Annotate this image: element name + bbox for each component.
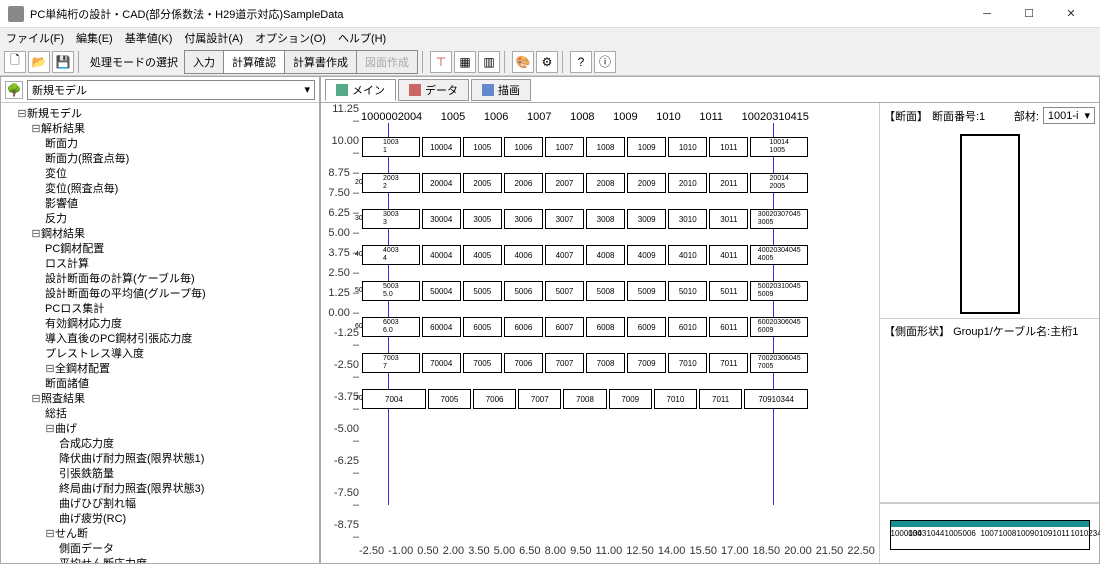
tree-item[interactable]: 総括 bbox=[45, 407, 317, 422]
side-group: Group1/ケーブル名:主桁1 bbox=[953, 326, 1078, 338]
tree-item[interactable]: プレストレス導入度 bbox=[45, 347, 317, 362]
tree-item[interactable]: 断面力(照査点毎) bbox=[45, 152, 317, 167]
tree-item[interactable]: 合成応力度 bbox=[59, 437, 317, 452]
model-dropdown[interactable]: 新規モデル▾ bbox=[27, 80, 315, 100]
sidebar: 🌳 新規モデル▾ ⊟新規モデル ⊟解析結果 断面力 断面力(照査点毎) 変位 変… bbox=[0, 76, 320, 564]
tree-item[interactable]: PC鋼材配置 bbox=[45, 242, 317, 257]
tree-item[interactable]: 設計断面毎の平均値(グループ毎) bbox=[45, 287, 317, 302]
help-icon[interactable]: ? bbox=[570, 51, 592, 73]
menu-option[interactable]: オプション(O) bbox=[255, 30, 326, 46]
minimize-button[interactable]: ─ bbox=[966, 0, 1008, 28]
tab-draw[interactable]: 描画 bbox=[471, 79, 531, 101]
mode-confirm[interactable]: 計算確認 bbox=[224, 51, 285, 73]
maximize-button[interactable]: ☐ bbox=[1008, 0, 1050, 28]
tool-grid-icon[interactable]: ▦ bbox=[454, 51, 476, 73]
tree-item[interactable]: 変位(照査点毎) bbox=[45, 182, 317, 197]
mode-group: 入力 計算確認 計算書作成 図面作成 bbox=[184, 50, 418, 74]
tree-item[interactable]: 有効鋼材応力度 bbox=[45, 317, 317, 332]
tree-item[interactable]: 変位 bbox=[45, 167, 317, 182]
app-icon bbox=[8, 6, 24, 22]
section-box bbox=[960, 134, 1020, 314]
mode-drawing: 図面作成 bbox=[357, 51, 417, 73]
right-panel: 【断面】 断面番号:1 部材: 1001-i▾ 【側面形状】 Group1/ケー… bbox=[879, 103, 1099, 563]
tree-item[interactable]: 影響値 bbox=[45, 197, 317, 212]
main-icon bbox=[336, 84, 348, 96]
side-label: 【側面形状】 bbox=[884, 326, 950, 338]
titlebar: PC単純桁の設計・CAD(部分係数法・H29道示対応)SampleData ─ … bbox=[0, 0, 1100, 28]
x-axis: -2.50-1.000.502.003.505.006.508.009.5011… bbox=[359, 545, 875, 559]
plot-grid: 1000002004100510061007100810091010101110… bbox=[361, 111, 809, 533]
member-label: 部材: bbox=[1014, 108, 1039, 124]
new-button[interactable]: 🗋 bbox=[4, 51, 26, 73]
tree-item[interactable]: 引張鉄筋量 bbox=[59, 467, 317, 482]
tree-item[interactable]: 側面データ bbox=[59, 542, 317, 557]
open-button[interactable]: 📂 bbox=[28, 51, 50, 73]
draw-icon bbox=[482, 84, 494, 96]
menubar: ファイル(F) 編集(E) 基準値(K) 付属設計(A) オプション(O) ヘル… bbox=[0, 28, 1100, 48]
mode-input[interactable]: 入力 bbox=[185, 51, 224, 73]
tree-item[interactable]: ロス計算 bbox=[45, 257, 317, 272]
menu-file[interactable]: ファイル(F) bbox=[6, 30, 64, 46]
tree-item[interactable]: 曲げ疲労(RC) bbox=[59, 512, 317, 527]
tool-layer-icon[interactable]: ▥ bbox=[478, 51, 500, 73]
tabs: メイン データ 描画 bbox=[321, 77, 1099, 103]
mode-label: 処理モードの選択 bbox=[90, 54, 178, 70]
tree-item[interactable]: 断面諸値 bbox=[45, 377, 317, 392]
tree-view[interactable]: ⊟新規モデル ⊟解析結果 断面力 断面力(照査点毎) 変位 変位(照査点毎) 影… bbox=[1, 103, 319, 563]
chevron-down-icon: ▾ bbox=[304, 83, 310, 96]
y-axis: 11.25 –10.00 –8.75 –7.50 –6.25 –5.00 –3.… bbox=[325, 103, 359, 543]
mode-report[interactable]: 計算書作成 bbox=[285, 51, 357, 73]
info-icon[interactable]: ⓘ bbox=[594, 51, 616, 73]
tab-main[interactable]: メイン bbox=[325, 79, 396, 101]
window-title: PC単純桁の設計・CAD(部分係数法・H29道示対応)SampleData bbox=[30, 6, 966, 22]
menu-help[interactable]: ヘルプ(H) bbox=[338, 30, 386, 46]
tool-palette-icon[interactable]: 🎨 bbox=[512, 51, 534, 73]
tree-item[interactable]: 曲げひび割れ幅 bbox=[59, 497, 317, 512]
data-icon bbox=[409, 84, 421, 96]
tool-gear-icon[interactable]: ⚙ bbox=[536, 51, 558, 73]
tree-item[interactable]: 導入直後のPC鋼材引張応力度 bbox=[45, 332, 317, 347]
tree-item[interactable]: 反力 bbox=[45, 212, 317, 227]
member-select[interactable]: 1001-i▾ bbox=[1043, 107, 1095, 124]
side-view: 1000034100310441005006100710081009010910… bbox=[880, 503, 1099, 563]
tool-align-icon[interactable]: ⊤ bbox=[430, 51, 452, 73]
menu-std[interactable]: 基準値(K) bbox=[125, 30, 173, 46]
toolbar: 🗋 📂 💾 処理モードの選択 入力 計算確認 計算書作成 図面作成 ⊤ ▦ ▥ … bbox=[0, 48, 1100, 76]
menu-attached[interactable]: 付属設計(A) bbox=[184, 30, 243, 46]
save-button[interactable]: 💾 bbox=[52, 51, 74, 73]
tree-item[interactable]: PCロス集計 bbox=[45, 302, 317, 317]
section-id: 断面番号:1 bbox=[932, 108, 985, 124]
tree-item[interactable]: 終局曲げ耐力照査(限界状態3) bbox=[59, 482, 317, 497]
section-label: 【断面】 bbox=[884, 108, 928, 124]
close-button[interactable]: ✕ bbox=[1050, 0, 1092, 28]
tree-item[interactable]: 設計断面毎の計算(ケーブル毎) bbox=[45, 272, 317, 287]
tree-item[interactable]: 断面力 bbox=[45, 137, 317, 152]
menu-edit[interactable]: 編集(E) bbox=[76, 30, 113, 46]
tree-item[interactable]: 降伏曲げ耐力照査(限界状態1) bbox=[59, 452, 317, 467]
tab-data[interactable]: データ bbox=[398, 79, 469, 101]
tree-icon[interactable]: 🌳 bbox=[5, 81, 23, 99]
plot-canvas[interactable]: 11.25 –10.00 –8.75 –7.50 –6.25 –5.00 –3.… bbox=[321, 103, 879, 563]
chevron-down-icon: ▾ bbox=[1084, 109, 1090, 122]
tree-item[interactable]: 平均せん断応力度 bbox=[59, 557, 317, 563]
